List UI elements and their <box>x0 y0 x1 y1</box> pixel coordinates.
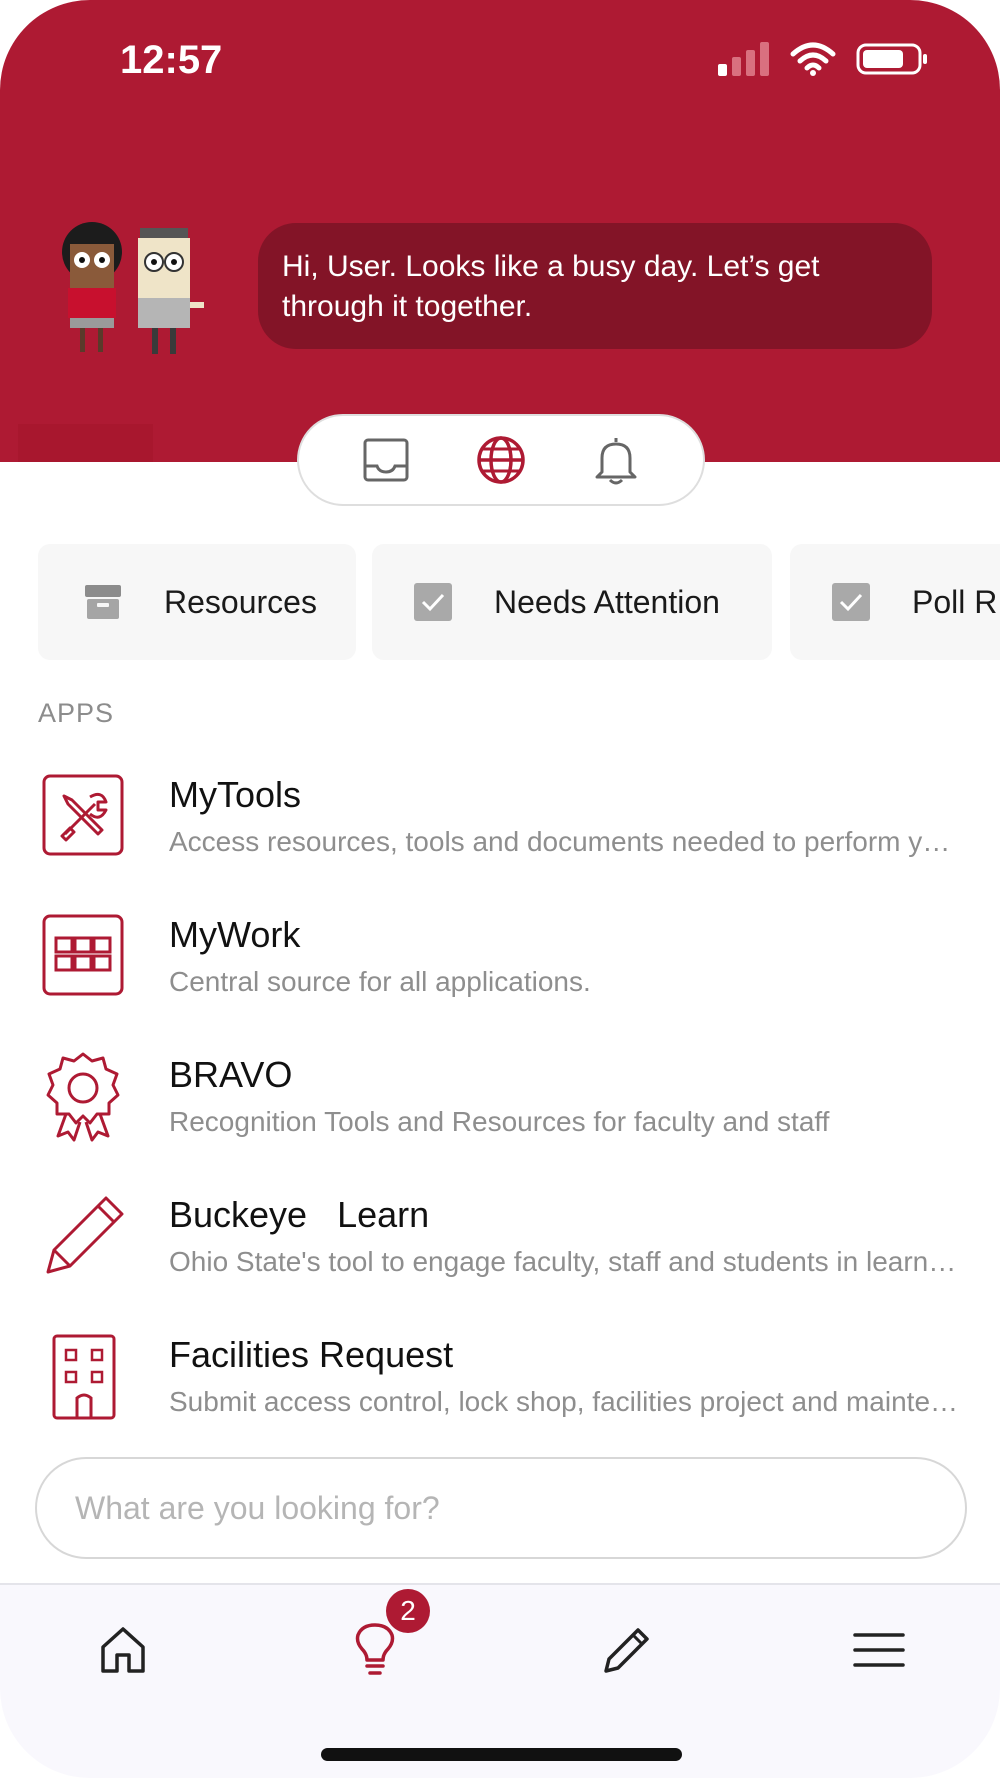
app-screen: 12:57 Hi, User. Looks like a busy day. L… <box>0 0 1000 1778</box>
header-decoration <box>18 424 153 462</box>
bell-icon <box>595 438 637 485</box>
app-description: Ohio State's tool to engage faculty, sta… <box>169 1246 959 1277</box>
building-icon <box>52 1334 116 1420</box>
checkbox-icon <box>414 583 452 621</box>
notification-badge: 2 <box>386 1589 430 1633</box>
switcher-notifications[interactable] <box>586 430 646 490</box>
wifi-icon <box>790 42 836 76</box>
pencil-icon <box>604 1628 649 1673</box>
app-title: Buckeye Learn <box>169 1194 430 1235</box>
apps-section-heading: APPS <box>38 698 115 728</box>
status-time: 12:57 <box>120 38 223 82</box>
app-title: MyWork <box>169 914 301 955</box>
greeting-bubble: Hi, User. Looks like a busy day. Let’s g… <box>258 223 932 349</box>
switcher-globe[interactable] <box>471 430 531 490</box>
checkbox-icon <box>832 583 870 621</box>
app-item-mytools[interactable]: MyTools Access resources, tools and docu… <box>0 772 1000 892</box>
app-item-mywork[interactable]: MyWork Central source for all applicatio… <box>0 912 1000 1032</box>
mascot-illustration <box>62 222 204 354</box>
menu-icon <box>853 1633 905 1667</box>
app-item-buckeye-learn[interactable]: Buckeye Learn Ohio State's tool to engag… <box>0 1192 1000 1312</box>
app-title: Facilities Request <box>169 1334 454 1375</box>
tools-icon <box>42 774 124 856</box>
app-description: Submit access control, lock shop, facili… <box>169 1386 959 1417</box>
tab-menu[interactable] <box>834 1605 924 1695</box>
chip-label: Resources <box>164 583 317 620</box>
chip-poll[interactable]: Poll R <box>790 544 1000 660</box>
chip-label: Poll R <box>912 583 998 620</box>
tab-compose[interactable] <box>582 1605 672 1695</box>
chip-needs-attention[interactable]: Needs Attention <box>372 544 772 660</box>
app-item-bravo[interactable]: BRAVO Recognition Tools and Resources fo… <box>0 1052 1000 1172</box>
view-switcher <box>297 414 705 506</box>
chip-label: Needs Attention <box>494 583 720 620</box>
app-item-facilities-request[interactable]: Facilities Request Submit access control… <box>0 1332 1000 1452</box>
tab-home[interactable] <box>78 1605 168 1695</box>
inbox-icon <box>363 438 409 482</box>
search-input[interactable] <box>35 1457 967 1559</box>
chip-resources[interactable]: Resources <box>38 544 356 660</box>
lightbulb-icon <box>355 1623 395 1675</box>
archive-box-icon <box>85 585 121 619</box>
app-description: Recognition Tools and Resources for facu… <box>169 1106 830 1137</box>
switcher-inbox[interactable] <box>356 430 416 490</box>
grid-icon <box>42 914 124 996</box>
status-icons <box>718 42 930 76</box>
battery-icon <box>856 43 927 75</box>
pencil-icon <box>46 1196 124 1274</box>
award-ribbon-icon <box>46 1052 120 1142</box>
home-icon <box>101 1627 145 1673</box>
app-title: BRAVO <box>169 1054 293 1095</box>
globe-icon <box>477 436 525 484</box>
filter-chips: Resources Needs Attention Poll R <box>38 544 1000 660</box>
home-indicator[interactable] <box>321 1748 682 1761</box>
app-description: Access resources, tools and documents ne… <box>169 826 959 857</box>
app-title: MyTools <box>169 774 302 815</box>
app-description: Central source for all applications. <box>169 966 591 997</box>
cellular-signal-icon <box>718 42 769 76</box>
